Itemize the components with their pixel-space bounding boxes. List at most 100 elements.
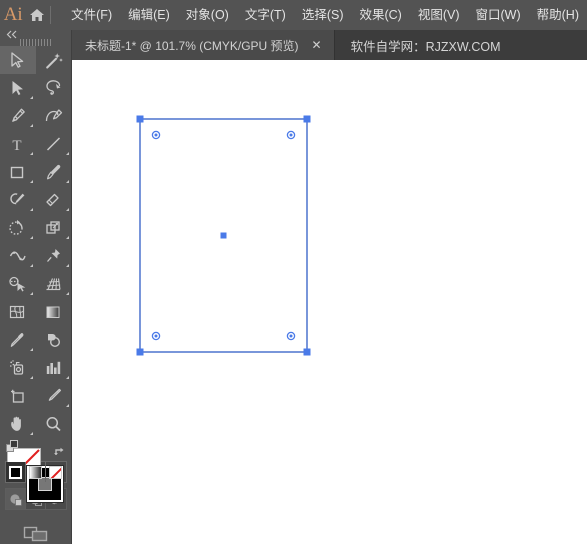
tool-scale[interactable]	[36, 214, 72, 242]
close-icon[interactable]: ✕	[311, 39, 323, 51]
pushpin-icon	[47, 248, 60, 262]
tool-column-graph[interactable]	[36, 354, 72, 382]
white-arrow-icon	[12, 80, 23, 95]
watermark-text: 软件自学网：RJZXW.COM	[350, 39, 501, 54]
tool-flyout-triangle-icon	[65, 292, 69, 295]
tool-paintbrush[interactable]	[36, 158, 72, 186]
tool-free-transform[interactable]	[36, 242, 72, 270]
menu-type[interactable]: 文字(T)	[237, 5, 294, 26]
color-mode-row	[4, 461, 67, 483]
fill-stroke-control	[5, 440, 67, 502]
artboard-icon	[11, 389, 24, 403]
menu-help[interactable]: 帮助(H)	[529, 5, 587, 26]
tool-eraser[interactable]	[36, 186, 72, 214]
tool-flyout-triangle-icon	[29, 432, 33, 435]
svg-text:T: T	[12, 138, 21, 154]
symbol-sprayer-icon	[10, 359, 24, 375]
curvature-pen-icon	[45, 108, 63, 121]
grip-dots-icon	[19, 39, 52, 46]
selection-handle-2	[136, 348, 144, 356]
solid-color-icon	[7, 464, 23, 480]
menu-bar: Ai 文件(F) 编辑(E) 对象(O) 文字(T) 选择(S) 效果(C) 视图(V) 窗口…	[0, 0, 587, 30]
ai-logo-icon: Ai	[3, 4, 23, 25]
tool-flyout-triangle-icon	[29, 236, 33, 239]
menu-effect[interactable]: 效果(C)	[351, 5, 409, 26]
corner-radius-widget-icon-dot-0	[154, 133, 158, 137]
tool-lasso[interactable]	[36, 74, 72, 102]
draw-normal-icon	[9, 493, 22, 506]
draw-normal[interactable]	[5, 489, 26, 509]
tool-pen[interactable]	[0, 102, 36, 130]
tool-flyout-triangle-icon	[65, 264, 69, 267]
menu-item-list: 文件(F) 编辑(E) 对象(O) 文字(T) 选择(S) 效果(C) 视图(V) 窗口(W)…	[63, 5, 587, 26]
document-tab[interactable]: 未标题-1* @ 101.7% (CMYK/GPU 预览) ✕	[72, 30, 335, 60]
corner-radius-widget-icon-dot-3	[289, 334, 293, 338]
shaper-pencil-icon	[10, 192, 25, 204]
mode-gradient[interactable]	[26, 462, 46, 482]
magic-wand-icon	[46, 52, 63, 69]
collapse-panel-icon[interactable]	[0, 30, 72, 39]
tool-symbol-sprayer[interactable]	[0, 354, 36, 382]
tool-perspective-grid[interactable]	[36, 270, 72, 298]
tool-eyedropper[interactable]	[0, 326, 36, 354]
tool-blend[interactable]	[36, 326, 72, 354]
tool-flyout-triangle-icon	[29, 152, 33, 155]
tool-grid: T	[0, 46, 72, 438]
tool-slice[interactable]	[36, 382, 72, 410]
panel-drag-grip[interactable]	[0, 39, 72, 46]
paintbrush-icon	[47, 164, 61, 179]
tool-curvature[interactable]	[36, 102, 72, 130]
tool-flyout-triangle-icon	[29, 208, 33, 211]
mesh-icon	[9, 305, 25, 318]
home-icon[interactable]	[26, 0, 48, 30]
line-segment-icon	[46, 136, 61, 151]
gradient-swatch-icon	[28, 465, 42, 479]
mode-color[interactable]	[5, 462, 26, 482]
menu-view[interactable]: 视图(V)	[410, 5, 468, 26]
tool-artboard[interactable]	[0, 382, 36, 410]
menu-file[interactable]: 文件(F)	[63, 5, 120, 26]
default-fill-stroke-icon[interactable]	[5, 440, 20, 454]
tool-mesh[interactable]	[0, 298, 36, 326]
tool-flyout-triangle-icon	[29, 376, 33, 379]
eraser-icon	[46, 193, 59, 206]
menu-object[interactable]: 对象(O)	[178, 5, 237, 26]
tool-flyout-triangle-icon	[29, 348, 33, 351]
tool-rectangle[interactable]	[0, 158, 36, 186]
tool-flyout-triangle-icon	[65, 180, 69, 183]
scale-icon	[46, 220, 60, 234]
hand-icon	[11, 416, 21, 431]
tool-zoom[interactable]	[36, 410, 72, 438]
screen-mode-button[interactable]	[18, 524, 54, 544]
menu-select[interactable]: 选择(S)	[294, 5, 352, 26]
tool-direct-selection[interactable]	[0, 74, 36, 102]
rectangle-icon	[10, 166, 24, 178]
tool-hand[interactable]	[0, 410, 36, 438]
lasso-icon	[46, 79, 61, 95]
tool-shaper[interactable]	[0, 186, 36, 214]
tool-gradient[interactable]	[36, 298, 72, 326]
tool-magic-wand[interactable]	[36, 46, 72, 74]
tool-flyout-triangle-icon	[29, 292, 33, 295]
tool-rotate[interactable]	[0, 214, 36, 242]
swap-fill-stroke-icon[interactable]	[53, 446, 67, 460]
tool-width[interactable]	[0, 242, 36, 270]
tool-shape-builder[interactable]	[0, 270, 36, 298]
tool-flyout-triangle-icon	[29, 264, 33, 267]
tool-flyout-triangle-icon	[29, 124, 33, 127]
type-T-icon: T	[12, 138, 21, 154]
corner-radius-widget-icon-dot-1	[289, 133, 293, 137]
menu-window[interactable]: 窗口(W)	[468, 5, 529, 26]
selection-handle-0	[136, 115, 144, 123]
selection-overlay	[136, 115, 311, 356]
menu-edit[interactable]: 编辑(E)	[120, 5, 178, 26]
tool-line[interactable]	[36, 130, 72, 158]
mode-none[interactable]	[46, 462, 66, 482]
rotate-icon	[9, 219, 23, 235]
tool-selection[interactable]	[0, 46, 36, 74]
document-canvas[interactable]	[72, 60, 587, 544]
document-tab-label: 未标题-1* @ 101.7% (CMYK/GPU 预览)	[85, 38, 299, 53]
tool-type[interactable]: T	[0, 130, 36, 158]
eyedropper-icon	[10, 332, 24, 347]
illustrator-window: Ai 文件(F) 编辑(E) 对象(O) 文字(T) 选择(S) 效果(C) 视图(V) 窗口…	[0, 0, 587, 544]
